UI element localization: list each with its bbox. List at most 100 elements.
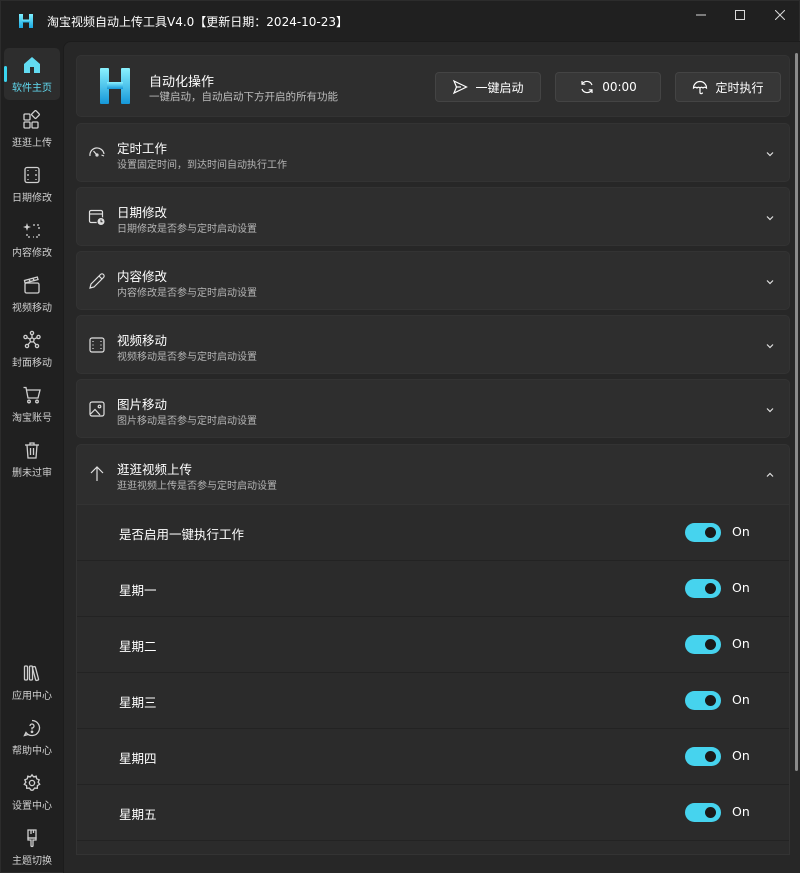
app-logo-icon: [100, 68, 130, 104]
paintbrush-icon: [27, 828, 37, 847]
sidebar-item-label: 软件主页: [12, 82, 52, 94]
library-icon: [23, 664, 40, 681]
speedometer-icon: [89, 147, 105, 157]
browse-video-upload-settings: 是否启用一键执行工作 On 星期一 On 星期二 On 星期三 On 星期四 O…: [76, 505, 790, 855]
section-scheduled-work[interactable]: 定时工作 设置固定时间，到达时间自动执行工作: [76, 123, 790, 182]
film-frame-icon: [89, 337, 105, 353]
section-subtitle: 逛逛视频上传是否参与定时启动设置: [117, 481, 277, 492]
chevron-down-icon: [766, 216, 774, 221]
toggle-state-label: On: [732, 748, 750, 763]
maximize-icon: [735, 10, 745, 20]
chevron-down-icon: [766, 408, 774, 413]
sidebar-item-delete-rejected[interactable]: 删未过审: [4, 433, 60, 485]
sidebar-item-label: 主题切换: [12, 855, 52, 867]
row-label: 星期二: [119, 639, 157, 654]
sidebar-item-date-edit[interactable]: 日期修改: [4, 158, 60, 210]
sidebar-item-app-center[interactable]: 应用中心: [4, 656, 60, 708]
toggle-switch[interactable]: [685, 579, 721, 598]
section-subtitle: 图片移动是否参与定时启动设置: [117, 416, 257, 427]
section-title: 视频移动: [117, 333, 168, 348]
sidebar-item-settings-center[interactable]: 设置中心: [4, 766, 60, 818]
row-label: 星期五: [119, 807, 157, 822]
section-content-edit[interactable]: 内容修改 内容修改是否参与定时启动设置: [76, 251, 790, 310]
section-title: 日期修改: [117, 205, 168, 220]
sidebar-item-label: 封面移动: [12, 357, 52, 369]
sidebar-item-label: 逛逛上传: [12, 137, 52, 149]
settings-row: 是否启用一键执行工作 On: [77, 505, 789, 561]
app-window: 淘宝视频自动上传工具V4.0【更新日期：2024-10-23】 软件主页 逛逛上…: [0, 0, 800, 873]
toggle-state-label: On: [732, 524, 750, 539]
sidebar-item-label: 淘宝账号: [12, 412, 52, 424]
clapperboard-icon: [23, 275, 40, 294]
chevron-down-icon: [766, 152, 774, 157]
section-title: 图片移动: [117, 397, 168, 412]
home-icon: [24, 56, 40, 73]
minimize-button[interactable]: [681, 1, 721, 29]
toggle-switch[interactable]: [685, 523, 721, 542]
close-icon: [775, 10, 785, 20]
toggle-switch[interactable]: [685, 691, 721, 710]
one-click-start-button[interactable]: 一键启动: [435, 72, 541, 102]
pencil-icon: [89, 273, 105, 289]
chevron-up-icon: [766, 472, 774, 477]
network-nodes-icon: [23, 330, 41, 348]
trash-icon: [25, 441, 39, 459]
sidebar-item-label: 设置中心: [12, 800, 52, 812]
settings-row: 星期一 On: [77, 561, 789, 617]
scheduled-run-button[interactable]: 定时执行: [675, 72, 781, 102]
sync-icon: [581, 80, 593, 94]
shopping-cart-icon: [23, 386, 41, 403]
minimize-icon: [696, 14, 706, 16]
help-chat-icon: [23, 719, 41, 737]
sidebar-item-help-center[interactable]: 帮助中心: [4, 711, 60, 763]
header-subtitle: 一键启动，自动启动下方开启的所有功能: [149, 91, 338, 103]
toggle-switch[interactable]: [685, 747, 721, 766]
section-image-move[interactable]: 图片移动 图片移动是否参与定时启动设置: [76, 379, 790, 438]
section-date-edit[interactable]: 日期修改 日期修改是否参与定时启动设置: [76, 187, 790, 246]
row-label: 是否启用一键执行工作: [119, 527, 245, 542]
timer-display-button[interactable]: 00:00: [555, 72, 661, 102]
sidebar-item-label: 帮助中心: [12, 745, 52, 757]
toggle-switch[interactable]: [685, 635, 721, 654]
sidebar-item-theme-switch[interactable]: 主题切换: [4, 821, 60, 873]
settings-row: 星期四 On: [77, 729, 789, 785]
row-label: 星期一: [119, 583, 157, 598]
section-title: 内容修改: [117, 269, 168, 284]
section-subtitle: 视频移动是否参与定时启动设置: [117, 352, 257, 363]
title-bar[interactable]: 淘宝视频自动上传工具V4.0【更新日期：2024-10-23】: [1, 1, 800, 41]
sidebar-item-label: 删未过审: [12, 467, 52, 479]
section-browse-video-upload[interactable]: 逛逛视频上传 逛逛视频上传是否参与定时启动设置: [76, 444, 790, 505]
button-label: 00:00: [602, 80, 637, 94]
sidebar-item-upload[interactable]: 逛逛上传: [4, 103, 60, 155]
sidebar-item-cover-move[interactable]: 封面移动: [4, 323, 60, 375]
button-label: 一键启动: [475, 80, 524, 95]
toggle-state-label: On: [732, 636, 750, 651]
calendar-clock-icon: [88, 209, 106, 226]
sidebar-item-taobao-account[interactable]: 淘宝账号: [4, 378, 60, 430]
film-frame-icon: [24, 166, 40, 183]
row-label: 星期三: [119, 695, 157, 710]
sidebar-item-label: 应用中心: [12, 690, 52, 702]
chevron-down-icon: [766, 344, 774, 349]
settings-row: 星期二 On: [77, 617, 789, 673]
sidebar-item-home[interactable]: 软件主页: [4, 48, 60, 100]
section-video-move[interactable]: 视频移动 视频移动是否参与定时启动设置: [76, 315, 790, 374]
scrollbar[interactable]: [795, 53, 798, 771]
settings-row: 星期五 On: [77, 785, 789, 841]
section-title: 定时工作: [117, 141, 168, 156]
sidebar-item-content-edit[interactable]: 内容修改: [4, 213, 60, 265]
chevron-down-icon: [766, 280, 774, 285]
window-title: 淘宝视频自动上传工具V4.0【更新日期：2024-10-23】: [47, 15, 349, 29]
settings-row: 星期三 On: [77, 673, 789, 729]
maximize-button[interactable]: [720, 1, 760, 29]
sidebar-item-video-move[interactable]: 视频移动: [4, 268, 60, 320]
send-icon: [453, 79, 469, 95]
sidebar-item-label: 日期修改: [12, 192, 52, 204]
toggle-switch[interactable]: [685, 803, 721, 822]
image-icon: [89, 401, 105, 417]
toggle-state-label: On: [732, 580, 750, 595]
section-subtitle: 日期修改是否参与定时启动设置: [117, 224, 257, 235]
close-button[interactable]: [760, 1, 800, 29]
section-subtitle: 内容修改是否参与定时启动设置: [117, 288, 257, 299]
header-title: 自动化操作: [149, 75, 215, 90]
